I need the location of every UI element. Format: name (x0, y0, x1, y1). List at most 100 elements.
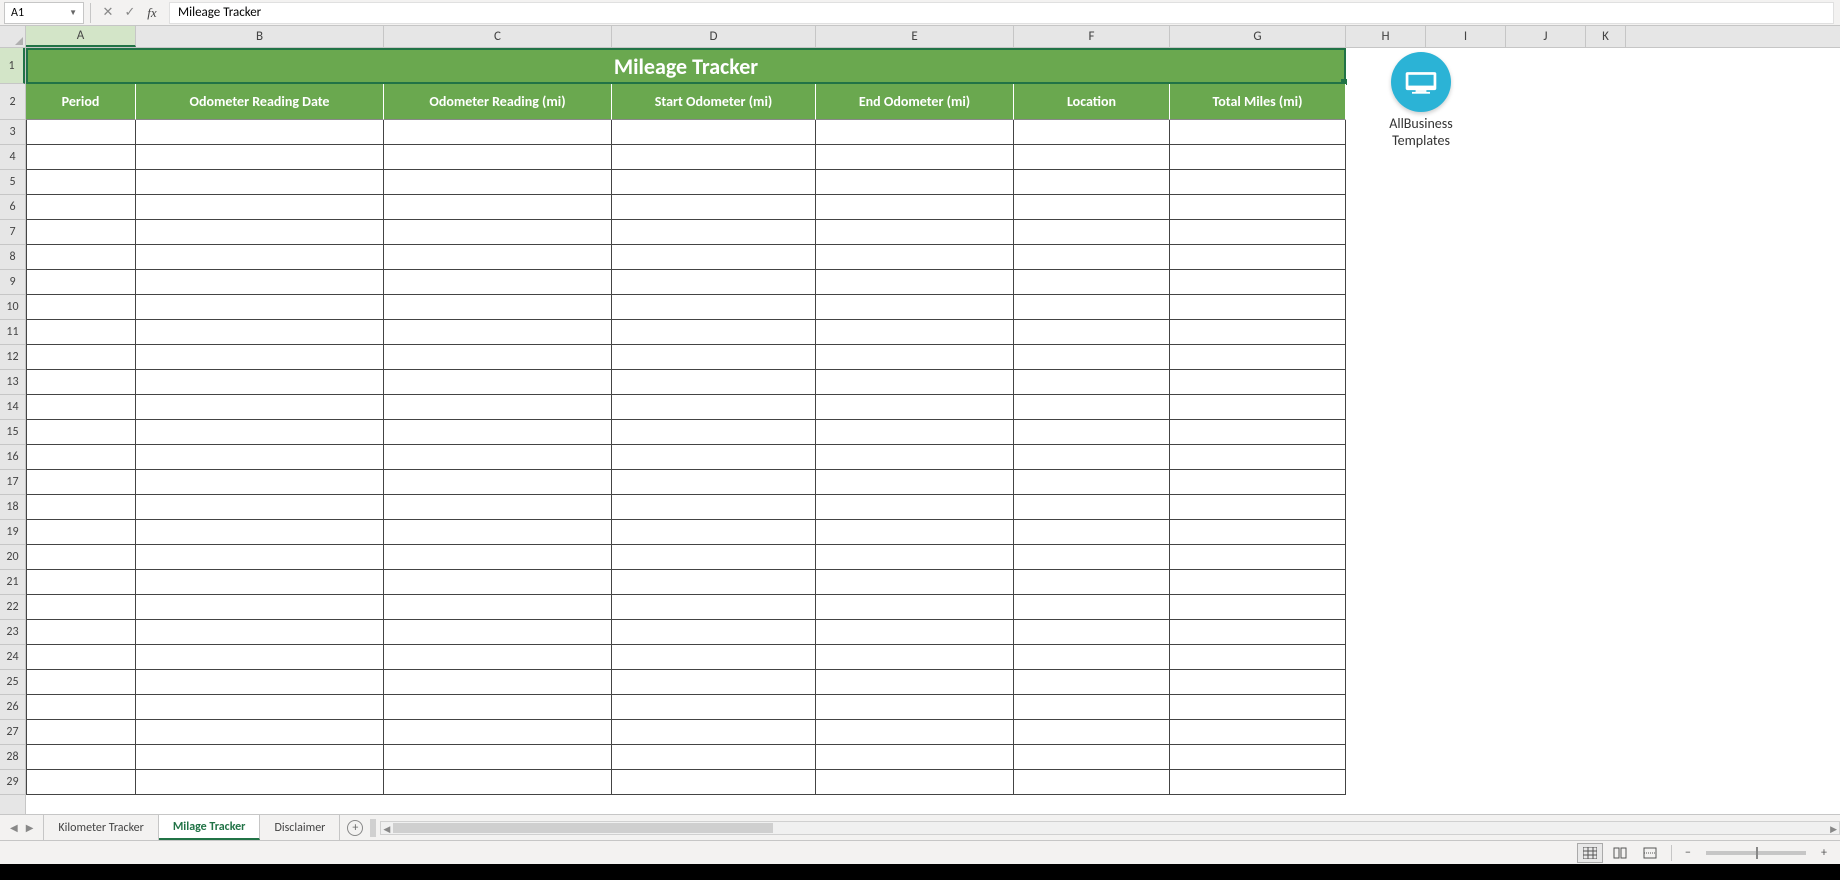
table-cell[interactable] (384, 320, 612, 345)
table-cell[interactable] (816, 595, 1014, 620)
table-cell[interactable] (612, 595, 816, 620)
table-header-cell[interactable]: Period (26, 84, 136, 120)
table-cell[interactable] (26, 495, 136, 520)
column-header[interactable]: K (1586, 26, 1626, 47)
table-cell[interactable] (612, 220, 816, 245)
table-cell[interactable] (26, 145, 136, 170)
row-header[interactable]: 10 (0, 295, 25, 320)
add-sheet-button[interactable]: + (340, 815, 370, 840)
scroll-left-icon[interactable]: ◀ (383, 824, 390, 835)
table-cell[interactable] (384, 720, 612, 745)
table-cell[interactable] (1014, 595, 1170, 620)
table-cell[interactable] (26, 245, 136, 270)
row-header[interactable]: 25 (0, 670, 25, 695)
table-cell[interactable] (26, 295, 136, 320)
table-header-cell[interactable]: Location (1014, 84, 1170, 120)
table-cell[interactable] (1170, 720, 1346, 745)
table-cell[interactable] (384, 770, 612, 795)
table-cell[interactable] (26, 695, 136, 720)
table-cell[interactable] (384, 620, 612, 645)
table-header-cell[interactable]: Odometer Reading Date (136, 84, 384, 120)
table-cell[interactable] (1170, 320, 1346, 345)
table-cell[interactable] (26, 595, 136, 620)
scroll-splitter[interactable] (370, 819, 376, 837)
table-cell[interactable] (26, 370, 136, 395)
table-cell[interactable] (384, 445, 612, 470)
table-cell[interactable] (1014, 320, 1170, 345)
table-cell[interactable] (384, 745, 612, 770)
table-cell[interactable] (816, 470, 1014, 495)
table-cell[interactable] (612, 445, 816, 470)
column-header[interactable]: G (1170, 26, 1346, 47)
tab-nav[interactable]: ◀ ▶ (0, 815, 43, 840)
row-header[interactable]: 8 (0, 245, 25, 270)
table-cell[interactable] (1014, 220, 1170, 245)
table-cell[interactable] (26, 770, 136, 795)
table-header-cell[interactable]: Total Miles (mi) (1170, 84, 1346, 120)
view-normal-icon[interactable] (1577, 843, 1603, 863)
table-cell[interactable] (1170, 270, 1346, 295)
table-cell[interactable] (1014, 245, 1170, 270)
table-cell[interactable] (1170, 445, 1346, 470)
table-cell[interactable] (1014, 420, 1170, 445)
table-cell[interactable] (1170, 545, 1346, 570)
table-cell[interactable] (136, 670, 384, 695)
row-header[interactable]: 12 (0, 345, 25, 370)
table-cell[interactable] (26, 170, 136, 195)
table-cell[interactable] (612, 695, 816, 720)
table-cell[interactable] (1170, 170, 1346, 195)
row-header[interactable]: 27 (0, 720, 25, 745)
tab-nav-next-icon[interactable]: ▶ (26, 821, 34, 834)
table-cell[interactable] (384, 495, 612, 520)
table-cell[interactable] (1014, 770, 1170, 795)
table-cell[interactable] (612, 245, 816, 270)
scroll-thumb[interactable] (393, 823, 773, 833)
row-header[interactable]: 16 (0, 445, 25, 470)
table-cell[interactable] (1014, 495, 1170, 520)
table-cell[interactable] (26, 520, 136, 545)
table-cell[interactable] (612, 770, 816, 795)
column-header[interactable]: D (612, 26, 816, 47)
table-cell[interactable] (384, 195, 612, 220)
table-cell[interactable] (816, 645, 1014, 670)
row-header[interactable]: 28 (0, 745, 25, 770)
table-cell[interactable] (136, 570, 384, 595)
table-cell[interactable] (26, 220, 136, 245)
table-cell[interactable] (1170, 595, 1346, 620)
row-header[interactable]: 24 (0, 645, 25, 670)
table-cell[interactable] (1014, 720, 1170, 745)
table-cell[interactable] (612, 545, 816, 570)
table-cell[interactable] (816, 720, 1014, 745)
row-header[interactable]: 4 (0, 145, 25, 170)
scroll-right-icon[interactable]: ▶ (1830, 824, 1837, 835)
table-cell[interactable] (612, 345, 816, 370)
table-cell[interactable] (1170, 295, 1346, 320)
table-cell[interactable] (1170, 220, 1346, 245)
row-header[interactable]: 7 (0, 220, 25, 245)
table-cell[interactable] (1170, 520, 1346, 545)
table-cell[interactable] (26, 645, 136, 670)
table-cell[interactable] (136, 220, 384, 245)
table-cell[interactable] (26, 420, 136, 445)
column-header[interactable]: A (26, 26, 136, 47)
table-cell[interactable] (136, 520, 384, 545)
table-cell[interactable] (1170, 745, 1346, 770)
table-cell[interactable] (136, 420, 384, 445)
table-cell[interactable] (816, 145, 1014, 170)
table-cell[interactable] (816, 270, 1014, 295)
table-cell[interactable] (1170, 420, 1346, 445)
table-cell[interactable] (816, 420, 1014, 445)
table-cell[interactable] (816, 670, 1014, 695)
table-cell[interactable] (1014, 195, 1170, 220)
table-cell[interactable] (1014, 120, 1170, 145)
table-cell[interactable] (612, 570, 816, 595)
table-cell[interactable] (612, 620, 816, 645)
title-merged-cell[interactable]: Mileage Tracker (26, 48, 1346, 84)
row-header[interactable]: 6 (0, 195, 25, 220)
table-cell[interactable] (26, 120, 136, 145)
table-cell[interactable] (1170, 470, 1346, 495)
table-cell[interactable] (1014, 395, 1170, 420)
row-header[interactable]: 22 (0, 595, 25, 620)
table-cell[interactable] (136, 620, 384, 645)
row-header[interactable]: 23 (0, 620, 25, 645)
